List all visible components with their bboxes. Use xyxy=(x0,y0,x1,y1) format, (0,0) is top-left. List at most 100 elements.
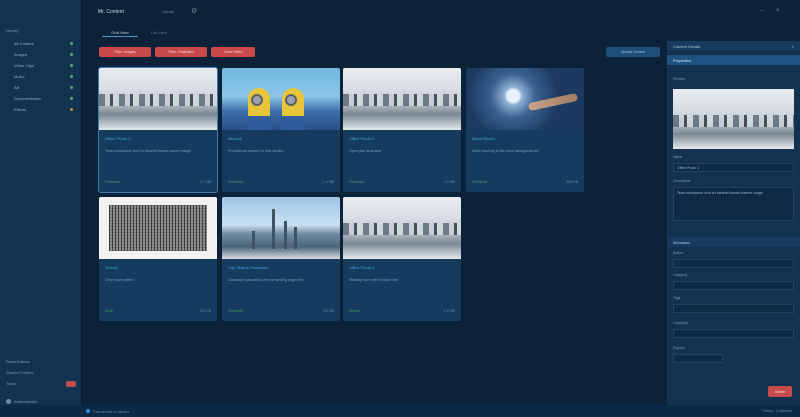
sidebar-root-label[interactable]: Library xyxy=(6,28,18,33)
card-title[interactable]: Office Photo 2 xyxy=(349,136,374,141)
sidebar-recent-items[interactable]: Recent Items xyxy=(6,356,76,367)
author-field[interactable] xyxy=(673,259,794,268)
preview-image xyxy=(673,89,794,149)
sidebar-item-label: Music xyxy=(14,74,25,79)
description-field[interactable]: Team workspace shot for intranet header … xyxy=(673,187,794,221)
connection-icon xyxy=(86,409,90,413)
content-card[interactable]: Office Photo 3 Meeting room with window … xyxy=(343,197,461,321)
card-title[interactable]: Texture xyxy=(105,265,118,270)
sidebar-item-music[interactable]: Music xyxy=(14,71,76,82)
field-label: Category xyxy=(673,273,688,277)
tab-properties[interactable]: Properties xyxy=(667,55,800,65)
sidebar-item-label: Art xyxy=(14,85,20,90)
card-title[interactable]: Office Photo 3 xyxy=(349,265,374,270)
app-subtitle: Library xyxy=(162,9,175,14)
status-dot xyxy=(70,53,73,56)
status-count: 7 items · 1 selected xyxy=(761,409,792,413)
preview-label: Preview xyxy=(673,77,686,81)
field-label: Tags xyxy=(673,296,681,300)
status-dot xyxy=(70,108,73,111)
panel-title: Content Details xyxy=(673,43,701,49)
card-size: 2.0 MB xyxy=(443,180,455,184)
name-field[interactable]: Office Photo 1 xyxy=(673,163,794,172)
sidebar-item-label: Video Clips xyxy=(14,63,35,68)
field-label: Author xyxy=(673,251,684,255)
card-size: 1.9 MB xyxy=(443,309,455,313)
card-title[interactable]: City Skyline Panorama xyxy=(228,265,268,270)
filter-chip-published[interactable]: Filter: Published xyxy=(155,47,207,57)
field-label: Copyright xyxy=(673,321,688,325)
sidebar-bottom-label: Shared Folders xyxy=(6,370,34,375)
user-account[interactable]: Administrator xyxy=(6,399,38,404)
metadata-section-header[interactable]: Metadata xyxy=(667,237,800,247)
upload-button[interactable]: Upload Content xyxy=(606,47,660,57)
copyright-field[interactable] xyxy=(673,329,794,338)
thumbnail-image xyxy=(343,68,461,130)
sidebar-bottom-label: Trash xyxy=(6,381,17,386)
thumbnail-image xyxy=(222,68,340,130)
clear-filters-button[interactable]: Clear Filters xyxy=(211,47,255,57)
card-status: Published xyxy=(228,180,244,184)
avatar xyxy=(6,399,11,404)
card-size: 1.4 MB xyxy=(322,180,334,184)
sidebar-item-images[interactable]: Images xyxy=(14,49,76,60)
tab-grid-view[interactable]: Grid View xyxy=(102,28,138,37)
card-status: Published xyxy=(349,180,365,184)
close-icon[interactable]: × xyxy=(776,8,780,14)
tab-list-view[interactable]: List View xyxy=(142,28,176,37)
thumbnail-image xyxy=(466,68,584,130)
sidebar-item-art[interactable]: Art xyxy=(14,82,76,93)
card-description: Open plan desk area xyxy=(349,149,382,153)
thumbnail-image xyxy=(99,68,217,130)
status-bar: Connected to server 7 items · 1 selected xyxy=(0,405,800,417)
card-status: Draft xyxy=(105,309,113,313)
tags-field[interactable] xyxy=(673,304,794,313)
sidebar-item-documentation[interactable]: Documentation xyxy=(14,93,76,104)
card-size: 880 KB xyxy=(566,180,578,184)
card-description: Promotional artwork for kids section xyxy=(228,149,284,153)
minimize-icon[interactable]: – xyxy=(760,8,763,14)
user-name: Administrator xyxy=(14,399,38,404)
card-size: 310 KB xyxy=(199,309,211,313)
close-icon[interactable]: × xyxy=(792,44,794,49)
card-status: Review xyxy=(349,309,361,313)
gear-icon[interactable]: ⚙ xyxy=(191,8,198,15)
card-description: Grey noise pattern xyxy=(105,278,134,282)
delete-button[interactable]: Delete xyxy=(768,386,792,397)
card-title[interactable]: Office Photo 1 xyxy=(105,136,130,141)
content-card[interactable]: Minions Promotional artwork for kids sec… xyxy=(222,68,340,192)
content-card[interactable]: City Skyline Panorama Downtown panoramic… xyxy=(222,197,340,321)
sidebar-item-label: Effects xyxy=(14,107,27,112)
sidebar-item-video-clips[interactable]: Video Clips xyxy=(14,60,76,71)
description-label: Description xyxy=(673,179,691,183)
card-status: Published xyxy=(105,180,121,184)
count-badge xyxy=(66,380,76,387)
sidebar-item-all-content[interactable]: All Content xyxy=(14,38,76,49)
category-field[interactable] xyxy=(673,281,794,290)
content-card[interactable]: Office Photo 1 Team workspace shot for i… xyxy=(98,67,218,193)
app-title: Mr. Content xyxy=(98,9,124,15)
sidebar-shared-folders[interactable]: Shared Folders xyxy=(6,367,76,378)
content-card[interactable]: Texture Grey noise pattern Draft 310 KB xyxy=(99,197,217,321)
status-dot xyxy=(70,75,73,78)
card-status: Published xyxy=(228,309,244,313)
filter-chip-images[interactable]: Filter: Images xyxy=(99,47,151,57)
sidebar-item-label: All Content xyxy=(14,41,34,46)
card-title[interactable]: Moon Reach xyxy=(472,136,495,141)
sidebar-item-effects[interactable]: Effects xyxy=(14,104,76,115)
card-size: 2.1 MB xyxy=(199,180,211,184)
sidebar: Library All Content Images Video Clips M… xyxy=(0,0,82,405)
content-card[interactable]: Moon Reach Hand reaching to the moon bac… xyxy=(466,68,584,192)
status-dot xyxy=(70,42,73,45)
sidebar-bottom-label: Recent Items xyxy=(6,359,30,364)
status-dot xyxy=(70,64,73,67)
card-description: Downtown panoramic view for landing page… xyxy=(228,278,304,282)
sidebar-item-label: Images xyxy=(14,52,28,57)
content-card[interactable]: Office Photo 2 Open plan desk area Publi… xyxy=(343,68,461,192)
sidebar-trash[interactable]: Trash xyxy=(6,378,76,389)
status-dot xyxy=(70,86,73,89)
panel-header: Content Details × xyxy=(667,41,800,51)
status-text: Connected to server xyxy=(93,408,130,414)
card-title[interactable]: Minions xyxy=(228,136,242,141)
expires-date-field[interactable] xyxy=(673,354,723,363)
